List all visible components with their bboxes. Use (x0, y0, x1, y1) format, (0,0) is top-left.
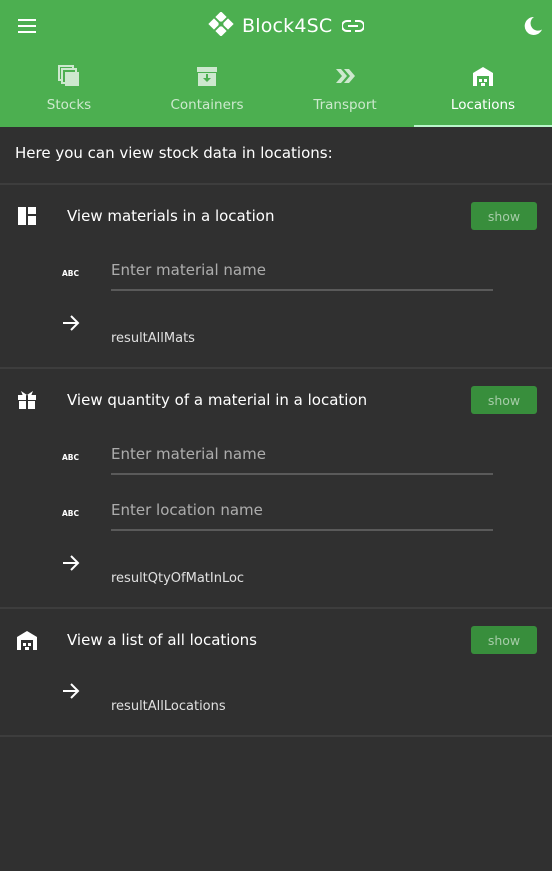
dark-mode-icon[interactable] (521, 14, 545, 38)
field-row: ABC (0, 435, 552, 491)
warehouse-icon (471, 64, 495, 88)
block-logo-icon (208, 11, 234, 40)
field-row: ABC (0, 491, 552, 547)
link-icon[interactable] (341, 17, 366, 36)
svg-text:ABC: ABC (62, 453, 80, 462)
app-bar: Block4SC Stocks Containers Transport Loc… (0, 0, 552, 127)
location-name-input[interactable] (111, 491, 493, 531)
toolbar: Block4SC (0, 0, 552, 52)
section-quantity-in-location: View quantity of a material in a locatio… (0, 369, 552, 607)
result-row: resultAllMats (0, 307, 552, 365)
result-text: resultAllMats (111, 331, 195, 346)
show-button[interactable]: show (471, 626, 537, 654)
tab-label: Stocks (46, 97, 92, 113)
tab-label: Transport (313, 97, 377, 113)
tab-transport[interactable]: Transport (276, 52, 414, 127)
section-title: View quantity of a material in a locatio… (67, 391, 368, 409)
material-name-input[interactable] (111, 251, 493, 291)
section-all-locations: View a list of all locations show result… (0, 609, 552, 735)
tab-label: Locations (450, 97, 516, 113)
abc-icon: ABC (62, 503, 82, 518)
arrow-right-icon (61, 313, 81, 333)
app-title: Block4SC (242, 15, 333, 37)
result-row: resultQtyOfMatInLoc (0, 547, 552, 605)
dashboard-icon (16, 205, 38, 227)
intro-text: Here you can view stock data in location… (15, 144, 333, 162)
gift-box-icon (16, 389, 38, 411)
double-chevron-icon (333, 64, 357, 88)
menu-icon[interactable] (15, 14, 39, 38)
result-text: resultQtyOfMatInLoc (111, 571, 245, 586)
abc-icon: ABC (62, 263, 82, 278)
stack-icon (57, 64, 81, 88)
brand: Block4SC (208, 11, 366, 40)
tab-bar: Stocks Containers Transport Locations (0, 52, 552, 127)
tab-stocks[interactable]: Stocks (0, 52, 138, 127)
section-materials-in-location: View materials in a location show ABC re… (0, 185, 552, 367)
show-button[interactable]: show (471, 202, 537, 230)
tab-containers[interactable]: Containers (138, 52, 276, 127)
divider (0, 735, 552, 737)
tab-locations[interactable]: Locations (414, 52, 552, 127)
warehouse-icon (16, 629, 38, 651)
section-title: View materials in a location (67, 207, 275, 225)
tab-label: Containers (170, 97, 244, 113)
result-row: resultAllLocations (0, 675, 552, 733)
field-row: ABC (0, 251, 552, 307)
abc-icon: ABC (62, 447, 82, 462)
show-button[interactable]: show (471, 386, 537, 414)
material-name-input[interactable] (111, 435, 493, 475)
arrow-right-icon (61, 553, 81, 573)
archive-box-icon (195, 64, 219, 88)
svg-text:ABC: ABC (62, 269, 80, 278)
svg-text:ABC: ABC (62, 509, 80, 518)
section-title: View a list of all locations (67, 631, 257, 649)
result-text: resultAllLocations (111, 699, 226, 714)
main-content: Here you can view stock data in location… (0, 127, 552, 737)
arrow-right-icon (61, 681, 81, 701)
